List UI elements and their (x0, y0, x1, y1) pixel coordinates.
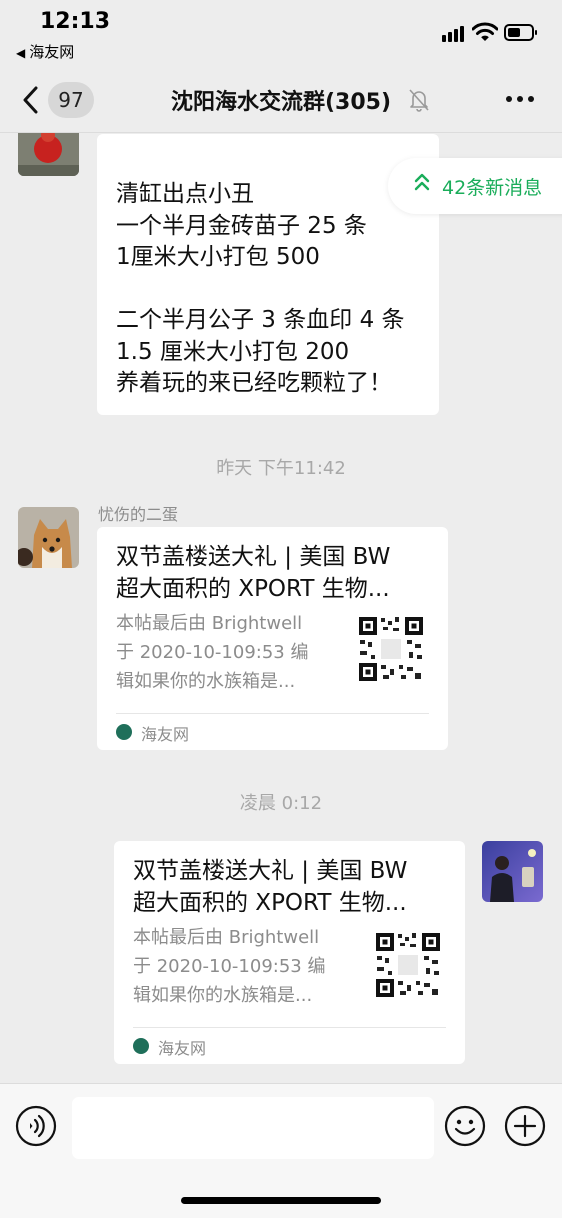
signal-icon (442, 24, 468, 42)
card-source: 海友网 (158, 1039, 207, 1058)
sender-name: 忧伤的二蛋 (98, 505, 179, 524)
message-input[interactable] (72, 1097, 434, 1159)
source-logo-icon (116, 724, 132, 740)
card-description: 本帖最后由 Brightwell (116, 613, 303, 634)
qr-code-thumbnail (374, 931, 442, 999)
link-card[interactable]: 双节盖楼送大礼 | 美国 BW 超大面积的 XPORT 生物... 本帖最后由 … (114, 841, 465, 1064)
time-label: 凌晨 0:12 (239, 793, 323, 814)
status-bar: 12:13 ◀ 海友网 (0, 0, 562, 70)
unread-count-badge: 97 (48, 82, 94, 118)
home-indicator[interactable] (181, 1197, 381, 1204)
nav-bar: 97 沈阳海水交流群(305) (0, 70, 562, 133)
status-time: 12:13 (40, 9, 111, 34)
link-card[interactable]: 双节盖楼送大礼 | 美国 BW 超大面积的 XPORT 生物... 本帖最后由 … (97, 527, 448, 750)
card-description: 辑如果你的水族箱是... (116, 671, 296, 692)
message-text: 清缸出点小丑 一个半月金砖苗子 25 条 1厘米大小打包 500 二个半月公子 … (116, 181, 405, 396)
back-triangle-icon: ◀ (16, 46, 26, 60)
avatar[interactable] (18, 507, 79, 568)
time-label: 昨天 下午11:42 (216, 458, 346, 479)
card-description: 于 2020-10-109:53 编 (133, 956, 326, 977)
emoji-icon[interactable] (444, 1105, 486, 1147)
message-list[interactable]: 清缸出点小丑 一个半月金砖苗子 25 条 1厘米大小打包 500 二个半月公子 … (0, 133, 562, 1083)
battery-icon (504, 24, 537, 41)
card-source: 海友网 (141, 725, 190, 744)
card-description: 于 2020-10-109:53 编 (116, 642, 309, 663)
back-to-app-label: 海友网 (29, 43, 75, 61)
new-messages-label: 42条新消息 (442, 177, 543, 199)
avatar[interactable] (482, 841, 543, 902)
avatar[interactable] (18, 133, 79, 176)
card-divider (133, 1027, 446, 1028)
qr-code-thumbnail (357, 615, 425, 683)
card-title: 超大面积的 XPORT 生物... (133, 890, 407, 916)
card-title: 双节盖楼送大礼 | 美国 BW (116, 544, 391, 570)
chat-screen: 12:13 ◀ 海友网 97 沈阳海水交流群(305) 清缸出点小丑 一个半月金… (0, 0, 562, 1218)
chat-title: 沈阳海水交流群(305) (170, 90, 392, 115)
card-divider (116, 713, 429, 714)
card-title: 双节盖楼送大礼 | 美国 BW (133, 858, 408, 884)
wifi-icon (472, 22, 498, 41)
card-description: 本帖最后由 Brightwell (133, 927, 320, 948)
new-messages-pill[interactable]: 42条新消息 (388, 158, 562, 214)
more-icon[interactable] (504, 94, 536, 104)
mute-bell-icon (409, 89, 429, 112)
voice-icon[interactable] (15, 1105, 57, 1147)
card-description: 辑如果你的水族箱是... (133, 985, 313, 1006)
back-chevron-icon (23, 86, 38, 114)
plus-icon[interactable] (504, 1105, 546, 1147)
card-title: 超大面积的 XPORT 生物... (116, 576, 390, 602)
back-to-app-link[interactable]: ◀ 海友网 (16, 41, 74, 62)
source-logo-icon (133, 1038, 149, 1054)
back-button[interactable]: 97 (20, 80, 100, 120)
double-chevron-up-icon (414, 173, 430, 191)
message-bubble[interactable]: 清缸出点小丑 一个半月金砖苗子 25 条 1厘米大小打包 500 二个半月公子 … (97, 134, 439, 415)
